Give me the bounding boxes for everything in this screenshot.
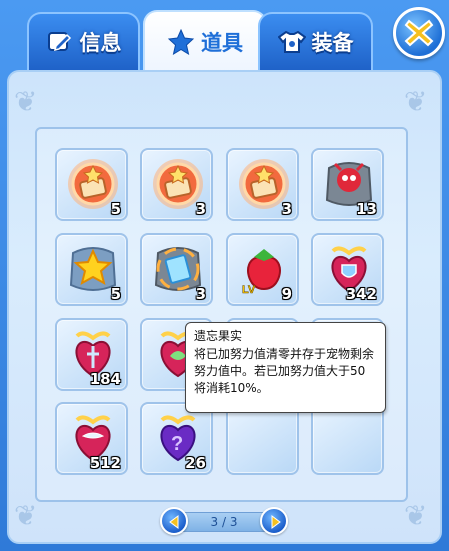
item-tooltip: 遗忘果实 将已加努力值清零并存于宠物剩余努力值中。若已加努力值大于50将消耗10… [185,322,386,413]
svg-text:?: ? [171,433,183,455]
item-slot[interactable]: 512 [55,402,128,475]
item-count: 184 [89,370,121,388]
arrow-right-icon [271,515,281,529]
item-slot[interactable]: 3 [140,233,213,306]
item-count: 3 [281,200,292,218]
item-count: 5 [110,200,121,218]
svg-text:LV: LV [242,284,256,296]
tab-info[interactable]: 信息 [27,12,140,70]
item-slot[interactable]: LV 9 [226,233,299,306]
close-button[interactable] [393,7,445,59]
item-count: 26 [185,454,206,472]
prev-page-button[interactable] [160,507,188,535]
tab-items[interactable]: 道具 [143,10,267,72]
item-count: 342 [345,285,377,303]
edit-icon [46,29,74,55]
item-count: 5 [110,285,121,303]
item-count: 3 [195,200,206,218]
corner-ornament: ❦ [14,499,38,532]
item-count: 3 [195,285,206,303]
tab-equipment-label: 装备 [311,31,354,55]
corner-ornament: ❦ [14,85,38,118]
shirt-icon [277,29,306,55]
corner-ornament: ❦ [404,85,428,118]
tab-info-label: 信息 [79,31,122,55]
item-slot[interactable]: 13 [311,148,384,221]
pager: 3 / 3 [160,507,288,537]
item-count: 512 [89,454,121,472]
tab-items-label: 道具 [201,31,243,55]
item-count: 13 [356,200,377,218]
corner-ornament: ❦ [404,499,428,532]
next-page-button[interactable] [260,507,288,535]
tooltip-title: 遗忘果实 [194,329,243,343]
item-count: 9 [281,285,292,303]
item-slot[interactable]: 184 [55,318,128,391]
star-icon [167,29,195,55]
tooltip-body: 将已加努力值清零并存于宠物剩余努力值中。若已加努力值大于50将消耗10%。 [194,347,375,395]
item-slot[interactable]: 5 [55,148,128,221]
arrow-left-icon [169,515,179,529]
item-slot[interactable]: 3 [226,148,299,221]
tab-equipment[interactable]: 装备 [258,12,373,70]
close-icon [404,19,434,47]
item-slot[interactable]: 342 [311,233,384,306]
item-slot[interactable]: 3 [140,148,213,221]
item-slot[interactable]: 5 [55,233,128,306]
